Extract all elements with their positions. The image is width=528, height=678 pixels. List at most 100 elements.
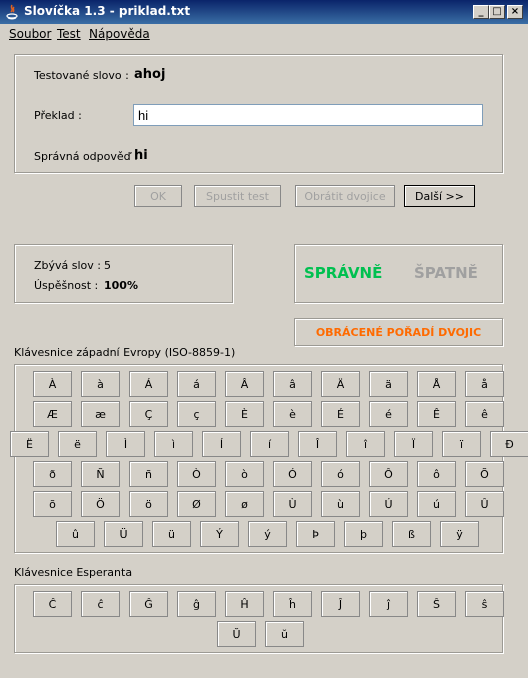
char-key[interactable]: ÿ xyxy=(440,521,479,547)
char-key[interactable]: Ä xyxy=(321,371,360,397)
esperanto-char-row: ĈĉĜĝĤĥĴĵŜŝ xyxy=(33,591,504,617)
esperanto-char-key[interactable]: ĵ xyxy=(369,591,408,617)
remaining-label: Zbývá slov : xyxy=(34,259,102,272)
char-key[interactable]: Î xyxy=(298,431,337,457)
char-key[interactable]: Ê xyxy=(417,401,456,427)
char-key[interactable]: á xyxy=(177,371,216,397)
char-key[interactable]: Ç xyxy=(129,401,168,427)
char-key[interactable]: à xyxy=(81,371,120,397)
esperanto-char-key[interactable]: ŝ xyxy=(465,591,504,617)
char-key[interactable]: Á xyxy=(129,371,168,397)
esperanto-char-key[interactable]: Ŝ xyxy=(417,591,456,617)
western-keyboard-title: Klávesnice západní Evropy (ISO-8859-1) xyxy=(14,346,236,359)
esperanto-char-key[interactable]: ĝ xyxy=(177,591,216,617)
esperanto-char-key[interactable]: ŭ xyxy=(265,621,304,647)
char-key[interactable]: ý xyxy=(248,521,287,547)
esperanto-char-key[interactable]: ĥ xyxy=(273,591,312,617)
char-key[interactable]: ë xyxy=(58,431,97,457)
close-button[interactable]: × xyxy=(507,5,523,19)
reverse-pairs-button[interactable]: Obrátit dvojice xyxy=(295,185,395,207)
char-key[interactable]: Ö xyxy=(81,491,120,517)
esperanto-char-key[interactable]: Ĉ xyxy=(33,591,72,617)
char-key[interactable]: ì xyxy=(154,431,193,457)
stats-panel xyxy=(14,244,233,303)
char-row: ÆæÇçÈèÉéÊê xyxy=(33,401,504,427)
char-key[interactable]: À xyxy=(33,371,72,397)
char-key[interactable]: û xyxy=(56,521,95,547)
char-key[interactable]: ß xyxy=(392,521,431,547)
char-key[interactable]: Ð xyxy=(490,431,528,457)
char-key[interactable]: ú xyxy=(417,491,456,517)
minimize-button[interactable]: _ xyxy=(473,5,489,19)
char-key[interactable]: Ï xyxy=(394,431,433,457)
menu-napoveda-label: Nápověda xyxy=(89,27,150,41)
menu-test[interactable]: Test xyxy=(57,27,81,41)
char-key[interactable]: ä xyxy=(369,371,408,397)
char-key[interactable]: ô xyxy=(417,461,456,487)
tested-word-value: ahoj xyxy=(134,67,166,82)
esperanto-keyboard-title: Klávesnice Esperanta xyxy=(14,566,133,579)
esperanto-char-key[interactable]: ĉ xyxy=(81,591,120,617)
char-key[interactable]: Ô xyxy=(369,461,408,487)
esperanto-char-row: Ŭŭ xyxy=(217,621,304,647)
char-key[interactable]: â xyxy=(273,371,312,397)
char-key[interactable]: Ë xyxy=(10,431,49,457)
char-key[interactable]: ï xyxy=(442,431,481,457)
correct-answer-label: Správná odpověď : xyxy=(34,150,138,163)
char-key[interactable]: ñ xyxy=(129,461,168,487)
char-key[interactable]: Æ xyxy=(33,401,72,427)
next-button[interactable]: Další >> xyxy=(404,185,475,207)
char-key[interactable]: Â xyxy=(225,371,264,397)
char-key[interactable]: î xyxy=(346,431,385,457)
char-key[interactable]: è xyxy=(273,401,312,427)
char-key[interactable]: ó xyxy=(321,461,360,487)
char-key[interactable]: Ó xyxy=(273,461,312,487)
maximize-button[interactable]: □ xyxy=(489,5,505,19)
esperanto-char-key[interactable]: Ŭ xyxy=(217,621,256,647)
char-key[interactable]: Ò xyxy=(177,461,216,487)
esperanto-char-key[interactable]: Ĝ xyxy=(129,591,168,617)
char-key[interactable]: í xyxy=(250,431,289,457)
char-key[interactable]: Õ xyxy=(465,461,504,487)
char-key[interactable]: Ì xyxy=(106,431,145,457)
char-key[interactable]: Ù xyxy=(273,491,312,517)
menu-test-label: Test xyxy=(57,27,81,41)
char-key[interactable]: Û xyxy=(465,491,504,517)
char-key[interactable]: Ú xyxy=(369,491,408,517)
ok-button[interactable]: OK xyxy=(134,185,182,207)
char-key[interactable]: ò xyxy=(225,461,264,487)
char-key[interactable]: þ xyxy=(344,521,383,547)
char-key[interactable]: È xyxy=(225,401,264,427)
char-row: ÀàÁáÂâÄäÅå xyxy=(33,371,504,397)
char-row: ðÑñÒòÓóÔôÕ xyxy=(33,461,504,487)
char-key[interactable]: ð xyxy=(33,461,72,487)
char-key[interactable]: õ xyxy=(33,491,72,517)
start-test-button[interactable]: Spustit test xyxy=(194,185,281,207)
char-key[interactable]: ü xyxy=(152,521,191,547)
char-key[interactable]: ê xyxy=(465,401,504,427)
menu-soubor[interactable]: Soubor xyxy=(9,27,51,41)
char-key[interactable]: Þ xyxy=(296,521,335,547)
char-key[interactable]: É xyxy=(321,401,360,427)
char-key[interactable]: Ý xyxy=(200,521,239,547)
result-wrong: ŠPATNĚ xyxy=(414,264,478,282)
menu-napoveda[interactable]: Nápověda xyxy=(89,27,150,41)
char-key[interactable]: Ñ xyxy=(81,461,120,487)
esperanto-char-key[interactable]: Ĥ xyxy=(225,591,264,617)
char-key[interactable]: ø xyxy=(225,491,264,517)
char-key[interactable]: ö xyxy=(129,491,168,517)
char-key[interactable]: Å xyxy=(417,371,456,397)
java-app-icon xyxy=(4,4,20,20)
char-key[interactable]: Í xyxy=(202,431,241,457)
char-key[interactable]: ç xyxy=(177,401,216,427)
translation-input[interactable] xyxy=(133,104,483,126)
char-key[interactable]: ù xyxy=(321,491,360,517)
char-key[interactable]: é xyxy=(369,401,408,427)
translation-label: Překlad : xyxy=(34,109,82,122)
char-row: ËëÌìÍíÎîÏïÐ xyxy=(10,431,528,457)
char-key[interactable]: æ xyxy=(81,401,120,427)
char-key[interactable]: Ø xyxy=(177,491,216,517)
esperanto-char-key[interactable]: Ĵ xyxy=(321,591,360,617)
char-key[interactable]: Ü xyxy=(104,521,143,547)
char-key[interactable]: å xyxy=(465,371,504,397)
